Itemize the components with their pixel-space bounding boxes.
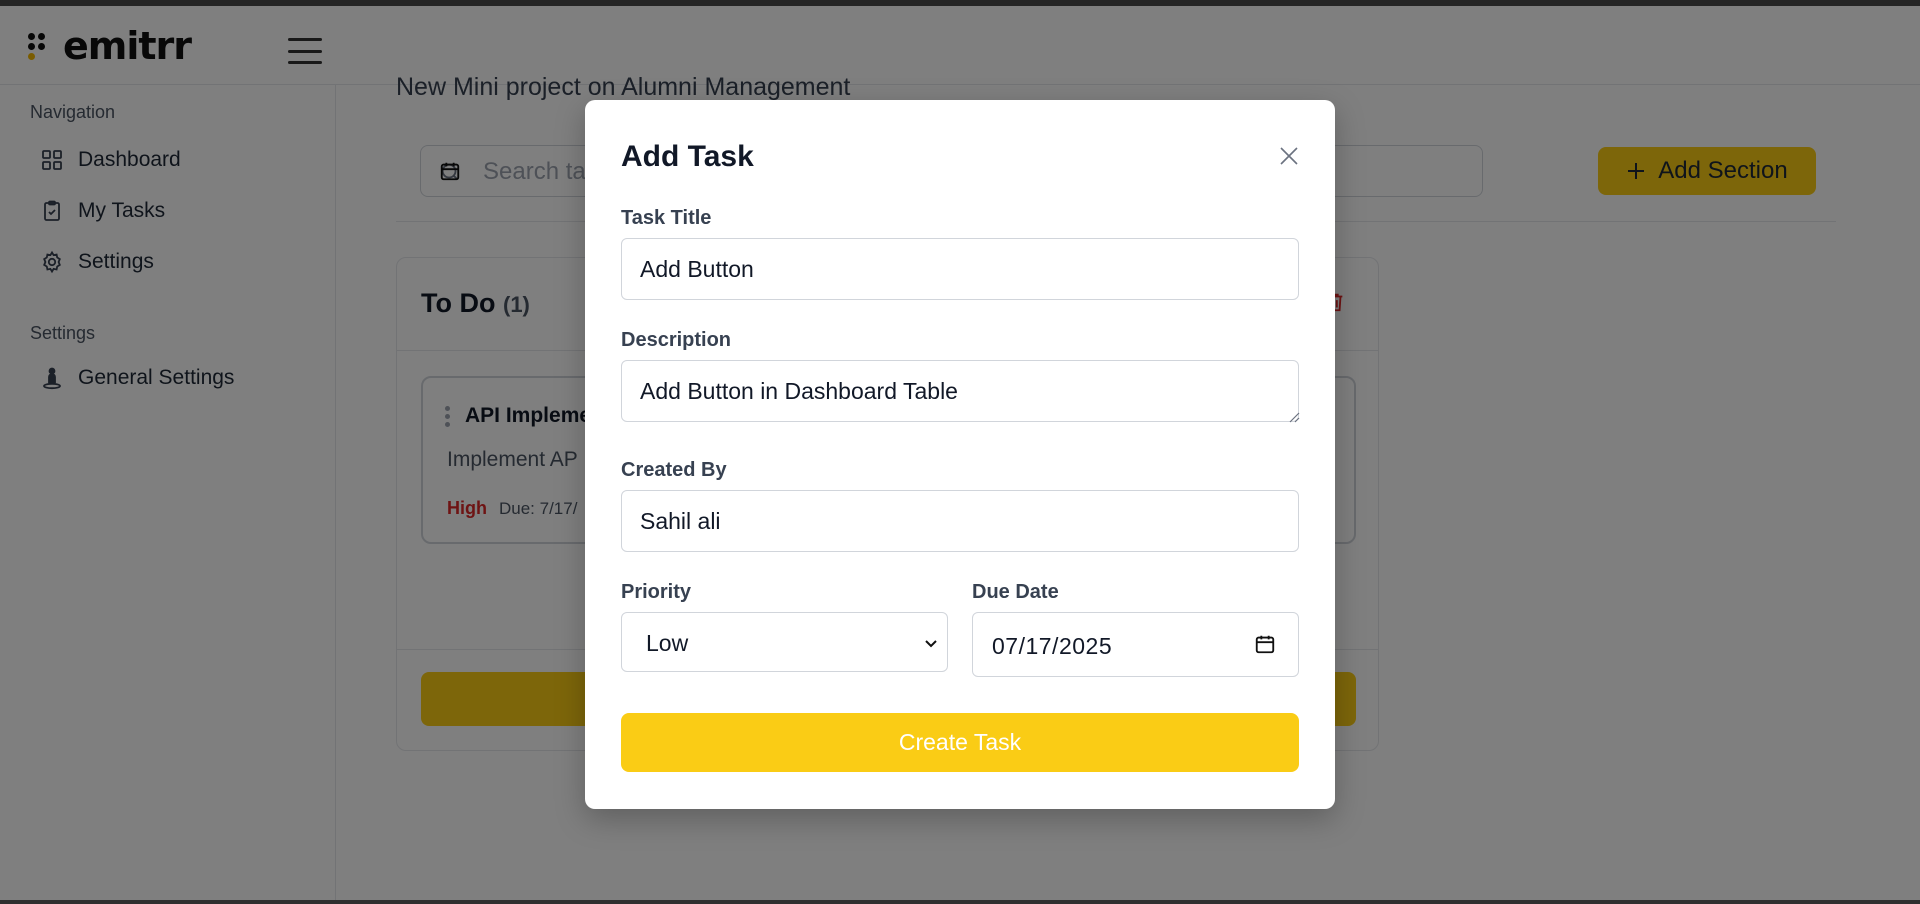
due-date-input[interactable]: 07/17/2025 [972,612,1299,677]
add-task-dialog: Add Task Task Title Description Add Butt… [585,100,1335,809]
task-title-input[interactable] [621,238,1299,300]
resize-grip-icon[interactable] [1286,409,1300,423]
priority-selected-value: Low [646,630,689,656]
priority-label: Priority [621,581,692,603]
calendar-icon[interactable] [1254,633,1276,655]
window-bottom-strip [0,900,1920,904]
due-date-label: Due Date [972,581,1059,603]
dialog-title: Add Task [621,140,754,173]
close-icon[interactable] [1277,144,1301,168]
due-date-value: 07/17/2025 [992,633,1113,659]
created-by-input[interactable] [621,490,1299,552]
priority-select[interactable]: Low [621,612,948,672]
description-textarea[interactable]: Add Button in Dashboard Table [621,360,1299,422]
description-label: Description [621,329,732,351]
created-by-label: Created By [621,459,727,481]
task-title-label: Task Title [621,207,712,229]
chevron-down-icon [925,640,937,648]
create-task-button[interactable]: Create Task [621,713,1299,772]
